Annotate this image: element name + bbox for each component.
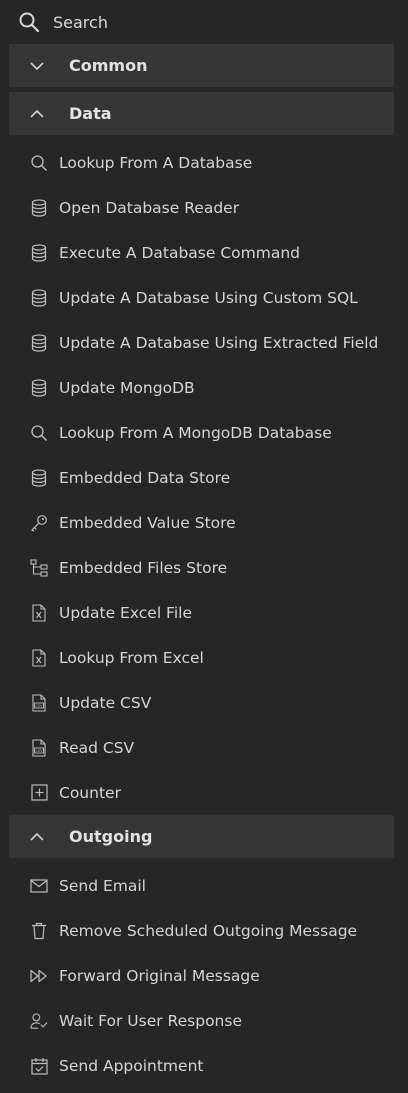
mail-icon xyxy=(30,877,48,895)
item-label: Update CSV xyxy=(59,693,152,712)
item-embedded-value-store[interactable]: Embedded Value Store xyxy=(0,500,408,545)
plus-box-icon xyxy=(30,784,48,802)
database-icon xyxy=(30,468,48,487)
search-icon xyxy=(30,154,48,172)
excel-file-icon xyxy=(30,603,48,622)
item-label: Wait For User Response xyxy=(59,1011,242,1030)
item-remove-scheduled-outgoing-message[interactable]: Remove Scheduled Outgoing Message xyxy=(0,908,408,953)
item-label: Lookup From A Database xyxy=(59,153,253,172)
item-label: Execute A Database Command xyxy=(59,243,300,262)
section-header-data[interactable]: Data xyxy=(9,92,394,135)
outgoing-items-list: Send Email Remove Scheduled Outgoing Mes… xyxy=(0,863,408,1088)
item-lookup-from-a-mongodb-database[interactable]: Lookup From A MongoDB Database xyxy=(0,410,408,455)
database-icon xyxy=(30,288,48,307)
forward-icon xyxy=(30,967,48,985)
item-counter[interactable]: Counter xyxy=(0,770,408,815)
item-forward-original-message[interactable]: Forward Original Message xyxy=(0,953,408,998)
database-icon xyxy=(30,243,48,262)
svg-text:CSV: CSV xyxy=(35,704,43,708)
item-label: Embedded Value Store xyxy=(59,513,236,532)
section-header-common[interactable]: Common xyxy=(9,44,394,87)
item-label: Open Database Reader xyxy=(59,198,240,217)
item-embedded-data-store[interactable]: Embedded Data Store xyxy=(0,455,408,500)
item-execute-a-database-command[interactable]: Execute A Database Command xyxy=(0,230,408,275)
item-label: Update A Database Using Extracted Field xyxy=(59,333,379,352)
key-icon xyxy=(30,514,48,532)
svg-text:CSV: CSV xyxy=(35,749,43,753)
item-update-a-database-using-extracted-field[interactable]: Update A Database Using Extracted Field xyxy=(0,320,408,365)
item-label: Embedded Data Store xyxy=(59,468,231,487)
item-label: Counter xyxy=(59,783,121,802)
item-update-csv[interactable]: CSV Update CSV xyxy=(0,680,408,725)
search-label: Search xyxy=(53,12,108,32)
database-icon xyxy=(30,378,48,397)
chevron-down-icon xyxy=(27,56,47,76)
item-embedded-files-store[interactable]: Embedded Files Store xyxy=(0,545,408,590)
item-wait-for-user-response[interactable]: Wait For User Response xyxy=(0,998,408,1043)
search-icon xyxy=(30,424,48,442)
item-label: Send Email xyxy=(59,876,146,895)
folder-tree-icon xyxy=(30,558,48,577)
section-label-outgoing: Outgoing xyxy=(69,827,153,846)
item-label: Update A Database Using Custom SQL xyxy=(59,288,358,307)
item-label: Read CSV xyxy=(59,738,135,757)
item-update-excel-file[interactable]: Update Excel File xyxy=(0,590,408,635)
item-send-appointment[interactable]: Send Appointment xyxy=(0,1043,408,1088)
csv-file-icon: CSV xyxy=(30,693,48,712)
item-open-database-reader[interactable]: Open Database Reader xyxy=(0,185,408,230)
toolbox-panel: Search Common Data Lookup From A Databas… xyxy=(0,0,408,1093)
item-label: Lookup From A MongoDB Database xyxy=(59,423,332,442)
item-update-mongodb[interactable]: Update MongoDB xyxy=(0,365,408,410)
item-label: Lookup From Excel xyxy=(59,648,204,667)
database-icon xyxy=(30,198,48,217)
chevron-up-icon xyxy=(27,104,47,124)
item-label: Embedded Files Store xyxy=(59,558,228,577)
trash-icon xyxy=(30,922,48,940)
item-read-csv[interactable]: CSV Read CSV xyxy=(0,725,408,770)
item-label: Remove Scheduled Outgoing Message xyxy=(59,921,358,940)
search-box[interactable]: Search xyxy=(0,0,408,44)
item-update-a-database-using-custom-sql[interactable]: Update A Database Using Custom SQL xyxy=(0,275,408,320)
excel-file-icon xyxy=(30,648,48,667)
data-items-list: Lookup From A Database Open Database Rea… xyxy=(0,140,408,815)
item-label: Update MongoDB xyxy=(59,378,195,397)
item-send-email[interactable]: Send Email xyxy=(0,863,408,908)
item-label: Forward Original Message xyxy=(59,966,260,985)
calendar-check-icon xyxy=(30,1057,48,1075)
item-label: Update Excel File xyxy=(59,603,192,622)
section-header-outgoing[interactable]: Outgoing xyxy=(9,815,394,858)
search-icon xyxy=(18,11,53,33)
item-label: Send Appointment xyxy=(59,1056,204,1075)
section-label-common: Common xyxy=(69,56,148,75)
item-lookup-from-excel[interactable]: Lookup From Excel xyxy=(0,635,408,680)
item-lookup-from-a-database[interactable]: Lookup From A Database xyxy=(0,140,408,185)
database-icon xyxy=(30,333,48,352)
section-label-data: Data xyxy=(69,104,112,123)
chevron-up-icon xyxy=(27,827,47,847)
user-check-icon xyxy=(30,1012,48,1030)
csv-file-icon: CSV xyxy=(30,738,48,757)
